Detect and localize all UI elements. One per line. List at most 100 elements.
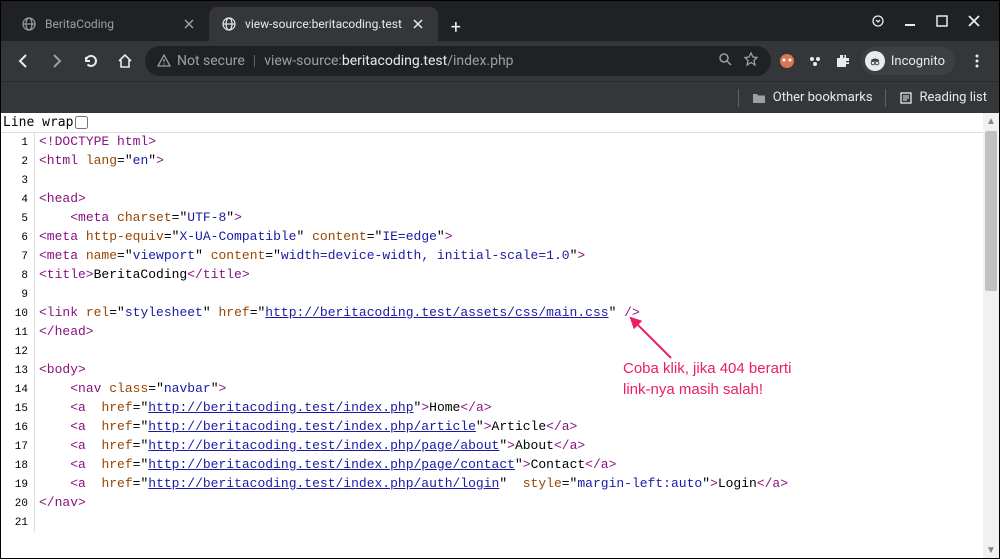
reading-list[interactable]: Reading list [898, 90, 987, 106]
source-code-view[interactable]: 1<!DOCTYPE html>2<html lang="en">34<head… [1, 132, 999, 532]
address-bar[interactable]: Not secure | view-source:beritacoding.te… [145, 46, 771, 76]
line-number: 4 [1, 190, 35, 209]
favicon-globe-icon [221, 16, 237, 32]
search-icon[interactable] [717, 51, 733, 71]
menu-button[interactable] [963, 47, 991, 75]
bookmark-star-icon[interactable] [743, 51, 759, 71]
line-code[interactable]: <a href="http://beritacoding.test/index.… [35, 456, 616, 475]
line-number: 7 [1, 247, 35, 266]
source-line[interactable]: 8<title>BeritaCoding</title> [1, 266, 999, 285]
minimize-button[interactable] [903, 14, 917, 28]
source-line[interactable]: 6<meta http-equiv="X-UA-Compatible" cont… [1, 228, 999, 247]
line-code[interactable]: <a href="http://beritacoding.test/index.… [35, 399, 492, 418]
line-code[interactable]: <a href="http://beritacoding.test/index.… [35, 475, 788, 494]
scroll-up-icon[interactable]: ▲ [983, 113, 999, 129]
source-line[interactable]: 4<head> [1, 190, 999, 209]
line-code[interactable]: <html lang="en"> [35, 152, 164, 171]
line-number: 21 [1, 513, 35, 532]
source-line[interactable]: 12 [1, 342, 999, 361]
scroll-down-icon[interactable]: ▼ [983, 542, 999, 558]
line-number: 20 [1, 494, 35, 513]
source-line[interactable]: 15 <a href="http://beritacoding.test/ind… [1, 399, 999, 418]
favicon-globe-icon [21, 16, 37, 32]
line-code[interactable]: <a href="http://beritacoding.test/index.… [35, 418, 577, 437]
source-line[interactable]: 16 <a href="http://beritacoding.test/ind… [1, 418, 999, 437]
line-number: 12 [1, 342, 35, 361]
reload-button[interactable] [77, 47, 105, 75]
line-number: 18 [1, 456, 35, 475]
folder-icon [751, 90, 767, 106]
line-code[interactable]: <!DOCTYPE html> [35, 133, 156, 152]
line-number: 5 [1, 209, 35, 228]
source-line[interactable]: 3 [1, 171, 999, 190]
line-code[interactable]: <nav class="navbar"> [35, 380, 226, 399]
close-icon[interactable] [181, 16, 197, 32]
line-code[interactable]: <title>BeritaCoding</title> [35, 266, 250, 285]
line-number: 14 [1, 380, 35, 399]
page-content: Line wrap 1<!DOCTYPE html>2<html lang="e… [1, 113, 999, 558]
line-number: 10 [1, 304, 35, 323]
line-code[interactable]: <meta charset="UTF-8"> [35, 209, 242, 228]
source-line[interactable]: 14 <nav class="navbar"> [1, 380, 999, 399]
source-line[interactable]: 18 <a href="http://beritacoding.test/ind… [1, 456, 999, 475]
toolbar: Not secure | view-source:beritacoding.te… [1, 41, 999, 81]
incognito-label: Incognito [891, 54, 945, 69]
extensions-button[interactable] [833, 51, 853, 71]
line-number: 15 [1, 399, 35, 418]
line-code[interactable] [35, 513, 39, 532]
line-code[interactable] [35, 171, 39, 190]
line-code[interactable] [35, 342, 39, 361]
close-button[interactable] [967, 14, 981, 28]
maximize-button[interactable] [935, 14, 949, 28]
chevron-down-icon[interactable] [871, 14, 885, 28]
extension-icon[interactable] [805, 51, 825, 71]
separator [885, 89, 886, 107]
window-controls [871, 14, 999, 28]
line-code[interactable]: </head> [35, 323, 94, 342]
source-line[interactable]: 2<html lang="en"> [1, 152, 999, 171]
line-number: 19 [1, 475, 35, 494]
line-code[interactable]: <meta http-equiv="X-UA-Compatible" conte… [35, 228, 453, 247]
line-wrap-control: Line wrap [1, 113, 999, 132]
line-number: 2 [1, 152, 35, 171]
line-code[interactable] [35, 285, 39, 304]
source-line[interactable]: 9 [1, 285, 999, 304]
source-line[interactable]: 20</nav> [1, 494, 999, 513]
line-code[interactable]: <head> [35, 190, 86, 209]
line-code[interactable]: <meta name="viewport" content="width=dev… [35, 247, 585, 266]
tab-active[interactable]: view-source:beritacoding.test [209, 7, 438, 41]
scrollbar-thumb[interactable] [985, 131, 997, 291]
line-number: 16 [1, 418, 35, 437]
source-line[interactable]: 19 <a href="http://beritacoding.test/ind… [1, 475, 999, 494]
source-line[interactable]: 11</head> [1, 323, 999, 342]
source-line[interactable]: 17 <a href="http://beritacoding.test/ind… [1, 437, 999, 456]
line-code[interactable]: <body> [35, 361, 86, 380]
source-line[interactable]: 21 [1, 513, 999, 532]
incognito-icon [865, 51, 885, 71]
line-number: 1 [1, 133, 35, 152]
other-bookmarks[interactable]: Other bookmarks [751, 90, 873, 106]
source-line[interactable]: 13<body> [1, 361, 999, 380]
source-line[interactable]: 1<!DOCTYPE html> [1, 133, 999, 152]
incognito-badge[interactable]: Incognito [861, 47, 955, 75]
close-icon[interactable] [410, 16, 426, 32]
source-line[interactable]: 7<meta name="viewport" content="width=de… [1, 247, 999, 266]
line-code[interactable]: <a href="http://beritacoding.test/index.… [35, 437, 585, 456]
tab-inactive[interactable]: BeritaCoding [9, 7, 209, 41]
line-code[interactable]: </nav> [35, 494, 86, 513]
line-wrap-label: Line wrap [3, 115, 73, 130]
line-wrap-checkbox[interactable] [75, 116, 88, 129]
vertical-scrollbar[interactable]: ▲ ▼ [983, 113, 999, 558]
forward-button[interactable] [43, 47, 71, 75]
source-line[interactable]: 5 <meta charset="UTF-8"> [1, 209, 999, 228]
url-text: view-source:beritacoding.test/index.php [264, 53, 709, 69]
source-line[interactable]: 10<link rel="stylesheet" href="http://be… [1, 304, 999, 323]
line-code[interactable]: <link rel="stylesheet" href="http://beri… [35, 304, 640, 323]
new-tab-button[interactable]: + [442, 13, 470, 41]
tab-title: BeritaCoding [45, 17, 173, 31]
home-button[interactable] [111, 47, 139, 75]
tab-title: view-source:beritacoding.test [245, 17, 402, 31]
extension-icon[interactable] [777, 51, 797, 71]
security-indicator[interactable]: Not secure [157, 53, 245, 69]
back-button[interactable] [9, 47, 37, 75]
